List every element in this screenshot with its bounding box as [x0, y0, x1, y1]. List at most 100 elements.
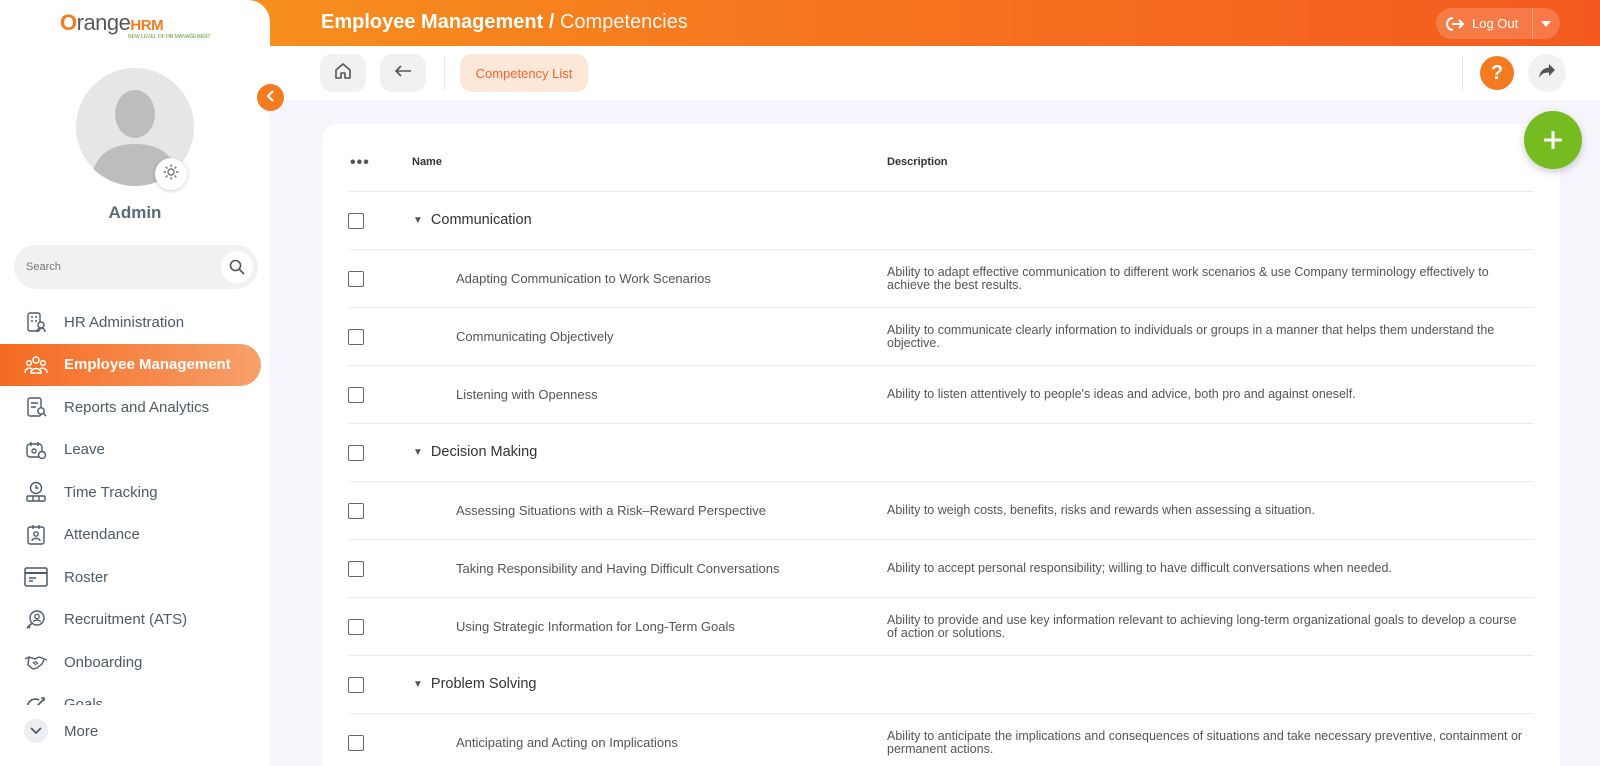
competency-description: Ability to adapt effective communication… — [887, 265, 1489, 292]
sidebar-item-label: Employee Management — [64, 356, 231, 374]
onboarding-icon — [24, 650, 48, 674]
sidebar-more-button[interactable]: More — [24, 719, 98, 743]
competency-name: Taking Responsibility and Having Difficu… — [456, 561, 780, 576]
leave-icon — [24, 438, 48, 462]
row-checkbox[interactable] — [348, 735, 364, 751]
sidebar-item-recruitment[interactable]: Recruitment (ATS) — [0, 599, 270, 642]
help-button[interactable]: ? — [1480, 56, 1514, 90]
column-header-description[interactable]: Description — [887, 156, 948, 168]
sidebar-item-leave[interactable]: Leave — [0, 429, 270, 472]
sidebar-item-attendance[interactable]: Attendance — [0, 514, 270, 557]
sidebar-search — [14, 245, 258, 289]
page-title-section: Competencies — [559, 11, 688, 33]
back-button[interactable] — [380, 54, 426, 92]
competency-description: Ability to communicate clearly informati… — [887, 323, 1495, 350]
toolbar-divider — [1462, 56, 1463, 90]
group-toggle[interactable]: ▼ Communication — [413, 212, 532, 228]
add-competency-button[interactable] — [1524, 111, 1582, 169]
sidebar-item-label: Recruitment (ATS) — [64, 611, 188, 629]
arrow-left-icon — [394, 64, 412, 83]
table-row[interactable]: Taking Responsibility and Having Difficu… — [348, 540, 1534, 598]
toolbar-divider — [444, 56, 445, 90]
sidebar-item-goals[interactable]: Goals — [0, 684, 270, 705]
caret-down-icon: ▼ — [413, 678, 423, 690]
sidebar-item-label: Roster — [64, 568, 109, 586]
competency-name: Using Strategic Information for Long-Ter… — [456, 619, 735, 634]
row-checkbox[interactable] — [348, 387, 364, 403]
table-header: ••• Name Description — [348, 140, 1534, 192]
row-checkbox[interactable] — [348, 271, 364, 287]
row-checkbox[interactable] — [348, 445, 364, 461]
reports-icon — [24, 395, 48, 419]
competency-name: Communicating Objectively — [456, 329, 614, 344]
group-toggle[interactable]: ▼ Decision Making — [413, 444, 537, 460]
sidebar-item-roster[interactable]: Roster — [0, 556, 270, 599]
table-row[interactable]: Listening with Openness Ability to liste… — [348, 366, 1534, 424]
more-label: More — [64, 722, 99, 740]
competency-list-tab[interactable]: Competency List — [460, 54, 588, 92]
table-row[interactable]: Communicating Objectively Ability to com… — [348, 308, 1534, 366]
sidebar-item-hr-administration[interactable]: HR Administration — [0, 301, 270, 344]
table-row[interactable]: Using Strategic Information for Long-Ter… — [348, 598, 1534, 656]
row-checkbox[interactable] — [348, 213, 364, 229]
caret-down-icon: ▼ — [413, 446, 423, 458]
sidebar-item-label: Leave — [64, 441, 105, 459]
row-checkbox[interactable] — [348, 677, 364, 693]
row-checkbox[interactable] — [348, 619, 364, 635]
column-header-name[interactable]: Name — [412, 156, 442, 168]
page-title-module: Employee Management / — [321, 11, 555, 33]
search-input[interactable] — [26, 256, 196, 278]
logout-control: Log Out — [1436, 8, 1560, 39]
sidebar-nav: HR Administration Employee Management Re… — [0, 301, 270, 705]
sidebar-item-employee-management[interactable]: Employee Management — [0, 343, 261, 386]
hr-admin-icon — [24, 310, 48, 334]
logo-tagline: NEW LEVEL OF HR MANAGEMENT — [128, 34, 211, 40]
chevron-down-icon[interactable] — [1533, 20, 1559, 27]
search-icon[interactable] — [221, 251, 253, 283]
competency-name: Adapting Communication to Work Scenarios — [456, 271, 711, 286]
group-toggle[interactable]: ▼ Problem Solving — [413, 676, 536, 692]
profile-settings-button[interactable] — [155, 158, 187, 190]
attendance-icon — [24, 523, 48, 547]
table-group-row: ▼ Decision Making — [348, 424, 1534, 482]
page-toolbar: Competency List ? — [270, 46, 1600, 100]
user-name: Admin — [108, 203, 162, 222]
sidebar-item-time-tracking[interactable]: Time Tracking — [0, 471, 270, 514]
row-checkbox[interactable] — [348, 329, 364, 345]
table-group-row: ▼ Communication — [348, 192, 1534, 250]
group-name: Decision Making — [430, 444, 538, 460]
sidebar-collapse-button[interactable] — [257, 84, 284, 111]
table-row[interactable]: Assessing Situations with a Risk–Reward … — [348, 482, 1534, 540]
competency-description: Ability to listen attentively to people'… — [887, 387, 1356, 401]
competency-name: Assessing Situations with a Risk–Reward … — [456, 503, 766, 518]
sidebar-item-reports-and-analytics[interactable]: Reports and Analytics — [0, 386, 270, 429]
sidebar-item-label: Reports and Analytics — [64, 398, 210, 416]
orangehrm-logo[interactable]: OrangeHRM NEW LEVEL OF HR MANAGEMENT — [60, 8, 220, 42]
chevron-left-icon — [265, 89, 276, 107]
plus-icon — [1542, 121, 1564, 160]
more-options-icon[interactable]: ••• — [350, 154, 370, 172]
goals-icon — [24, 693, 48, 705]
sidebar-item-onboarding[interactable]: Onboarding — [0, 641, 270, 684]
logout-icon[interactable] — [1440, 8, 1470, 39]
sidebar: OrangeHRM NEW LEVEL OF HR MANAGEMENT Adm… — [0, 0, 270, 766]
caret-down-icon: ▼ — [413, 214, 423, 226]
competency-description: Ability to weigh costs, benefits, risks … — [887, 503, 1315, 517]
row-checkbox[interactable] — [348, 503, 364, 519]
recruitment-icon — [24, 608, 48, 632]
competency-description: Ability to accept personal responsibilit… — [887, 561, 1392, 575]
competency-description: Ability to anticipate the implications a… — [887, 729, 1523, 756]
home-icon — [333, 61, 353, 86]
competency-name: Anticipating and Acting on Implications — [456, 735, 678, 750]
table-row[interactable]: Anticipating and Acting on Implications … — [348, 714, 1534, 766]
row-checkbox[interactable] — [348, 561, 364, 577]
share-icon — [1538, 63, 1556, 84]
employees-icon — [24, 353, 48, 377]
competency-name: Listening with Openness — [456, 387, 598, 402]
time-tracking-icon — [24, 480, 48, 504]
logout-button[interactable]: Log Out — [1470, 16, 1532, 31]
table-row[interactable]: Adapting Communication to Work Scenarios… — [348, 250, 1534, 308]
share-button[interactable] — [1528, 54, 1566, 92]
home-button[interactable] — [320, 54, 366, 92]
competency-description: Ability to provide and use key informati… — [887, 613, 1517, 640]
